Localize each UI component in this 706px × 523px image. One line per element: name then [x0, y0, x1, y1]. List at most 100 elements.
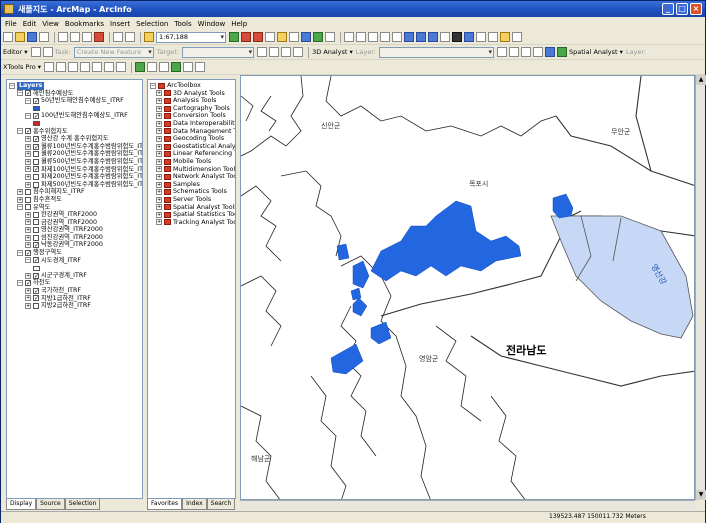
fixed-zoom-out-icon[interactable]: [380, 32, 390, 42]
toolbox-item[interactable]: + Tracking Analyst Tools: [150, 219, 235, 227]
menu-help[interactable]: Help: [231, 20, 247, 28]
toc-layer-label[interactable]: 낙동강권역_ITRF2000: [41, 241, 103, 249]
toc-layer-label[interactable]: 한강권역_ITRF2000: [41, 211, 97, 219]
expand-toggle[interactable]: +: [25, 219, 31, 226]
expand-toggle[interactable]: +: [25, 242, 31, 249]
expand-toggle[interactable]: −: [25, 97, 31, 104]
toolbox-item[interactable]: + Multidimension Tools: [150, 166, 235, 174]
expand-toggle[interactable]: +: [156, 105, 162, 112]
toc-layer-label[interactable]: 지방2급하천_ITRF: [41, 302, 91, 310]
3d-tool-b-icon[interactable]: [509, 47, 519, 57]
layer-visibility-checkbox[interactable]: ✓: [33, 135, 39, 142]
toc-layer-label[interactable]: 유역도: [33, 204, 50, 212]
target-combo[interactable]: [182, 46, 255, 58]
menu-selection[interactable]: Selection: [136, 20, 168, 28]
expand-toggle[interactable]: +: [17, 196, 23, 203]
expand-toggle[interactable]: +: [156, 166, 162, 173]
layer-visibility-checkbox[interactable]: ✓: [25, 128, 31, 135]
arcglobe-icon[interactable]: [557, 47, 567, 57]
identify-icon[interactable]: [464, 32, 474, 42]
toolbox-item[interactable]: + Server Tools: [150, 196, 235, 204]
expand-toggle[interactable]: +: [156, 97, 162, 104]
expand-toggle[interactable]: +: [156, 181, 162, 188]
menu-window[interactable]: Window: [198, 20, 226, 28]
toolbox-item[interactable]: + Linear Referencing Tools: [150, 150, 235, 158]
arcscene-icon[interactable]: [545, 47, 555, 57]
pan-icon[interactable]: [392, 32, 402, 42]
map-scale-combo[interactable]: 1:67,188: [156, 31, 226, 43]
layer-visibility-checkbox[interactable]: ✓: [33, 143, 39, 150]
fixed-zoom-in-icon[interactable]: [368, 32, 378, 42]
3d-tool-a-icon[interactable]: [497, 47, 507, 57]
split-icon[interactable]: [257, 47, 268, 57]
expand-toggle[interactable]: −: [17, 249, 23, 256]
select-features-icon[interactable]: [440, 32, 450, 42]
full-extent-icon[interactable]: [404, 32, 414, 42]
layer-visibility-checkbox[interactable]: [33, 219, 39, 226]
expand-toggle[interactable]: +: [25, 211, 31, 218]
xtools-d-icon[interactable]: [80, 62, 91, 72]
toolbox-item[interactable]: + Analysis Tools: [150, 97, 235, 105]
layer-visibility-checkbox[interactable]: ✓: [33, 97, 39, 104]
toc-layer-label[interactable]: 월류500년빈도수계홍수범람위험도_ITRF: [41, 158, 142, 166]
task-combo[interactable]: Create New Feature: [73, 46, 154, 58]
menu-tools[interactable]: Tools: [174, 20, 191, 28]
toolbox-item[interactable]: + Spatial Statistics Tools: [150, 211, 235, 219]
xtools-info-icon[interactable]: [171, 62, 182, 72]
layer-visibility-checkbox[interactable]: [33, 181, 39, 188]
toolbox-item[interactable]: + Data Management Tools: [150, 128, 235, 136]
expand-toggle[interactable]: +: [25, 143, 31, 150]
layer-visibility-checkbox[interactable]: ✓: [25, 249, 31, 256]
layer-visibility-checkbox[interactable]: ✓: [33, 257, 39, 264]
editor-menu[interactable]: Editor ▾: [3, 48, 28, 56]
xtools-c-icon[interactable]: [68, 62, 79, 72]
toc-layer-label[interactable]: 국가하천_ITRF: [41, 287, 81, 295]
3d-analyst-menu[interactable]: 3D Analyst ▾: [312, 48, 353, 56]
toc-layer-label[interactable]: 영산강 수계 홍수위험지도: [41, 135, 109, 143]
maximize-button[interactable]: □: [676, 3, 688, 15]
expand-toggle[interactable]: +: [25, 151, 31, 158]
menu-bookmarks[interactable]: Bookmarks: [65, 20, 104, 28]
layer-visibility-checkbox[interactable]: ✓: [25, 280, 31, 287]
arctoolbox-icon[interactable]: [253, 32, 263, 42]
map-canvas[interactable]: 신안군 무안군 목포시 전라남도 영암군 해남군 영산강: [241, 76, 695, 500]
layer-visibility-checkbox[interactable]: ✓: [33, 272, 39, 279]
expand-toggle[interactable]: −: [17, 90, 23, 97]
expand-toggle[interactable]: +: [156, 204, 162, 211]
toolbox-item[interactable]: + Network Analyst Tools: [150, 173, 235, 181]
open-icon[interactable]: [15, 32, 25, 42]
xtools-j-icon[interactable]: [183, 62, 194, 72]
tab-search[interactable]: Search: [206, 499, 236, 510]
expand-toggle[interactable]: +: [25, 173, 31, 180]
xtools-e-icon[interactable]: [92, 62, 103, 72]
toc-layer-label[interactable]: 100년빈도해안침수예상도_ITRF: [41, 112, 128, 120]
xtools-a-icon[interactable]: [44, 62, 55, 72]
layer-combo[interactable]: [379, 46, 494, 58]
expand-toggle[interactable]: +: [25, 158, 31, 165]
map-horizontal-scrollbar[interactable]: [240, 500, 695, 510]
expand-toggle[interactable]: +: [156, 189, 162, 196]
print-icon[interactable]: [39, 32, 49, 42]
arctoolbox-root[interactable]: ArcToolbox: [167, 82, 201, 90]
next-extent-icon[interactable]: [428, 32, 438, 42]
expand-toggle[interactable]: +: [25, 234, 31, 241]
edit-tool-icon[interactable]: [30, 47, 41, 57]
tab-selection[interactable]: Selection: [64, 499, 101, 510]
measure-icon[interactable]: [488, 32, 498, 42]
layer-visibility-checkbox[interactable]: [33, 173, 39, 180]
toc-layer-label[interactable]: 파제200년빈도수계홍수범람위험도_ITRF: [41, 173, 142, 181]
copy-icon[interactable]: [70, 32, 80, 42]
layer-visibility-checkbox[interactable]: ✓: [33, 287, 39, 294]
3d-tool-d-icon[interactable]: [533, 47, 543, 57]
expand-toggle[interactable]: +: [156, 113, 162, 120]
expand-toggle[interactable]: +: [25, 135, 31, 142]
layer-visibility-checkbox[interactable]: ✓: [33, 242, 39, 249]
hyperlink-icon[interactable]: [500, 32, 510, 42]
zoom-out-icon[interactable]: [356, 32, 366, 42]
layer-visibility-checkbox[interactable]: [33, 211, 39, 218]
expand-toggle[interactable]: +: [156, 120, 162, 127]
expand-toggle[interactable]: +: [156, 151, 162, 158]
toc-layer-label[interactable]: 월류200년빈도수계홍수범람위험도_ITRF: [41, 150, 142, 158]
redo-icon[interactable]: [125, 32, 135, 42]
toolbox-item[interactable]: +3D Analyst Tools: [150, 90, 235, 98]
